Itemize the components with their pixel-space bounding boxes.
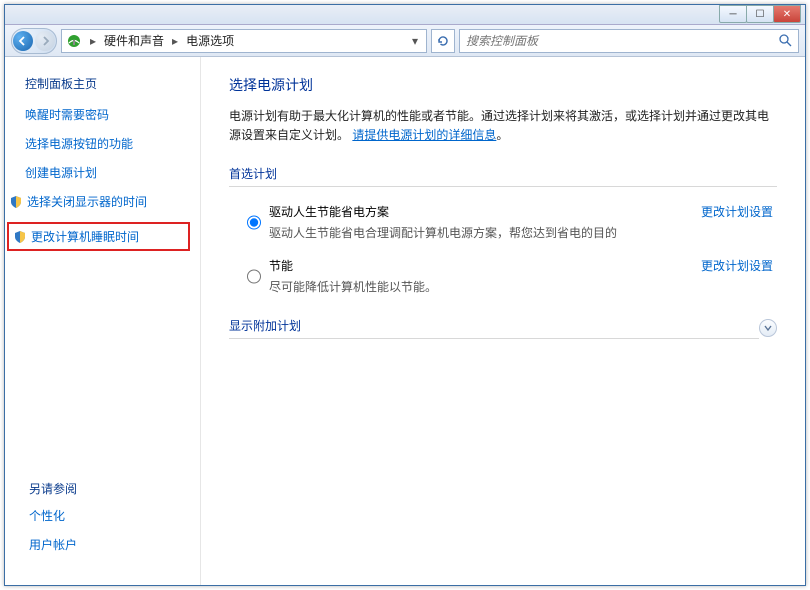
sidebar-see-also-title: 另请参阅 <box>29 480 77 497</box>
sidebar-link-label: 选择关闭显示器的时间 <box>27 193 147 210</box>
expand-chevron-button[interactable] <box>759 319 777 337</box>
address-bar: ▸ 硬件和声音 ▸ 电源选项 ▾ <box>5 25 805 57</box>
plan-radio-0[interactable] <box>247 204 261 241</box>
plan-name[interactable]: 节能 <box>269 257 701 274</box>
plan-body: 节能 尽可能降低计算机性能以节能。 <box>261 257 701 295</box>
power-plan-row: 驱动人生节能省电方案 驱动人生节能省电合理调配计算机电源方案，帮您达到省电的目的… <box>229 197 777 251</box>
plan-description: 尽可能降低计算机性能以节能。 <box>269 278 701 295</box>
page-title: 选择电源计划 <box>229 75 777 95</box>
sidebar-title[interactable]: 控制面板主页 <box>25 75 190 92</box>
plan-radio-1[interactable] <box>247 258 261 295</box>
section-additional-label: 显示附加计划 <box>229 317 759 334</box>
shield-icon <box>9 195 23 209</box>
plan-description: 驱动人生节能省电合理调配计算机电源方案，帮您达到省电的目的 <box>269 224 701 241</box>
sidebar-link-user-accounts[interactable]: 用户帐户 <box>29 536 77 553</box>
sidebar-link-change-sleep[interactable]: 更改计算机睡眠时间 <box>13 228 186 245</box>
sidebar-link-turn-off-display[interactable]: 选择关闭显示器的时间 <box>9 193 190 210</box>
sidebar-link-personalization[interactable]: 个性化 <box>29 507 77 524</box>
breadcrumb-separator-icon: ▸ <box>170 34 180 48</box>
search-box[interactable] <box>459 29 799 53</box>
refresh-button[interactable] <box>431 29 455 53</box>
plan-body: 驱动人生节能省电方案 驱动人生节能省电合理调配计算机电源方案，帮您达到省电的目的 <box>261 203 701 241</box>
title-bar: ─ ☐ ✕ <box>5 5 805 25</box>
nav-back-forward <box>11 28 57 54</box>
close-button[interactable]: ✕ <box>773 5 801 23</box>
chevron-down-icon <box>763 323 773 333</box>
window-frame: ─ ☐ ✕ ▸ 硬件和声音 ▸ 电源选项 ▾ <box>4 4 806 586</box>
sidebar-see-also: 另请参阅 个性化 用户帐户 <box>29 480 77 565</box>
main-pane: 选择电源计划 电源计划有助于最大化计算机的性能或者节能。通过选择计划来将其激活，… <box>201 57 805 585</box>
plan-name[interactable]: 驱动人生节能省电方案 <box>269 203 701 220</box>
back-button[interactable] <box>13 31 33 51</box>
sidebar-link-create-plan[interactable]: 创建电源计划 <box>25 164 190 181</box>
section-primary-label: 首选计划 <box>229 165 777 182</box>
minimize-button[interactable]: ─ <box>719 5 747 23</box>
back-arrow-icon <box>18 36 28 46</box>
breadcrumb-seg-2[interactable]: 电源选项 <box>186 32 234 49</box>
page-description: 电源计划有助于最大化计算机的性能或者节能。通过选择计划来将其激活，或选择计划并通… <box>229 107 777 145</box>
description-text: 电源计划有助于最大化计算机的性能或者节能。通过选择计划来将其激活，或选择计划并通… <box>229 109 769 142</box>
change-plan-settings-link[interactable]: 更改计划设置 <box>701 257 773 295</box>
highlighted-link-box: 更改计算机睡眠时间 <box>7 222 190 251</box>
window-controls: ─ ☐ ✕ <box>720 5 801 23</box>
section-divider <box>229 338 759 339</box>
section-divider <box>229 186 777 187</box>
sidebar-link-label: 更改计算机睡眠时间 <box>31 228 139 245</box>
content-area: 控制面板主页 唤醒时需要密码 选择电源按钮的功能 创建电源计划 选择关闭显示器的… <box>5 57 805 585</box>
power-options-icon <box>66 33 82 49</box>
refresh-icon <box>436 34 450 48</box>
forward-button[interactable] <box>35 31 55 51</box>
more-info-link[interactable]: 请提供电源计划的详细信息 <box>352 128 496 142</box>
breadcrumb-dropdown-icon[interactable]: ▾ <box>408 34 422 48</box>
search-input[interactable] <box>466 34 779 48</box>
sidebar: 控制面板主页 唤醒时需要密码 选择电源按钮的功能 创建电源计划 选择关闭显示器的… <box>5 57 201 585</box>
sidebar-link-power-button[interactable]: 选择电源按钮的功能 <box>25 135 190 152</box>
search-icon[interactable] <box>779 34 792 47</box>
sidebar-link-require-password[interactable]: 唤醒时需要密码 <box>25 106 190 123</box>
breadcrumb-seg-1[interactable]: 硬件和声音 <box>104 32 164 49</box>
power-plan-row: 节能 尽可能降低计算机性能以节能。 更改计划设置 <box>229 251 777 305</box>
shield-icon <box>13 230 27 244</box>
breadcrumb-separator-icon: ▸ <box>88 34 98 48</box>
change-plan-settings-link[interactable]: 更改计划设置 <box>701 203 773 241</box>
breadcrumb[interactable]: ▸ 硬件和声音 ▸ 电源选项 ▾ <box>61 29 427 53</box>
maximize-button[interactable]: ☐ <box>746 5 774 23</box>
forward-arrow-icon <box>40 36 50 46</box>
show-additional-plans-row[interactable]: 显示附加计划 <box>229 317 777 339</box>
